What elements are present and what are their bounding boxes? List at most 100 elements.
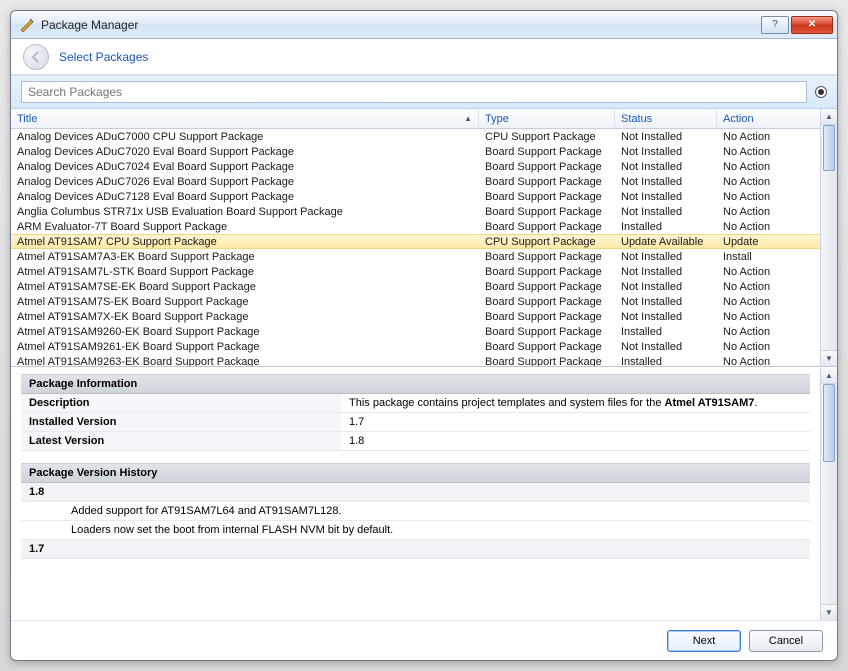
cell-status: Not Installed bbox=[615, 266, 717, 278]
cell-status: Not Installed bbox=[615, 206, 717, 218]
table-row[interactable]: Atmel AT91SAM9261-EK Board Support Packa… bbox=[11, 339, 820, 354]
next-button[interactable]: Next bbox=[667, 630, 741, 652]
cell-type: Board Support Package bbox=[479, 341, 615, 353]
version-history-header: Package Version History bbox=[21, 463, 810, 483]
table-row[interactable]: Atmel AT91SAM7A3-EK Board Support Packag… bbox=[11, 249, 820, 264]
cell-type: Board Support Package bbox=[479, 161, 615, 173]
table-row[interactable]: Atmel AT91SAM7SE-EK Board Support Packag… bbox=[11, 279, 820, 294]
cell-title: ARM Evaluator-7T Board Support Package bbox=[11, 221, 479, 233]
cell-action: Install bbox=[717, 251, 785, 263]
col-status[interactable]: Status bbox=[615, 109, 717, 128]
cell-title: Atmel AT91SAM7 CPU Support Package bbox=[11, 236, 479, 248]
cell-type: Board Support Package bbox=[479, 176, 615, 188]
cell-status: Not Installed bbox=[615, 161, 717, 173]
cell-status: Not Installed bbox=[615, 296, 717, 308]
col-type[interactable]: Type bbox=[479, 109, 615, 128]
history-version: 1.7 bbox=[21, 540, 810, 559]
packages-table: Title▲ Type Status Action Analog Devices… bbox=[11, 109, 837, 367]
history-version: 1.8 bbox=[21, 483, 810, 502]
cell-type: CPU Support Package bbox=[479, 236, 615, 248]
cancel-button[interactable]: Cancel bbox=[749, 630, 823, 652]
close-icon: ✕ bbox=[808, 19, 816, 30]
scroll-thumb[interactable] bbox=[823, 125, 835, 171]
table-row[interactable]: Atmel AT91SAM7L-STK Board Support Packag… bbox=[11, 264, 820, 279]
cell-title: Atmel AT91SAM7S-EK Board Support Package bbox=[11, 296, 479, 308]
cell-status: Installed bbox=[615, 221, 717, 233]
table-row[interactable]: Anglia Columbus STR71x USB Evaluation Bo… bbox=[11, 204, 820, 219]
table-row[interactable]: Atmel AT91SAM7X-EK Board Support Package… bbox=[11, 309, 820, 324]
table-row[interactable]: ARM Evaluator-7T Board Support PackageBo… bbox=[11, 219, 820, 234]
cell-action: No Action bbox=[717, 296, 785, 308]
titlebar: Package Manager ? ✕ bbox=[11, 11, 837, 39]
cell-action: No Action bbox=[717, 326, 785, 338]
cell-action: No Action bbox=[717, 221, 785, 233]
table-header: Title▲ Type Status Action bbox=[11, 109, 820, 129]
cell-type: Board Support Package bbox=[479, 221, 615, 233]
cell-title: Atmel AT91SAM9263-EK Board Support Packa… bbox=[11, 356, 479, 367]
col-title[interactable]: Title▲ bbox=[11, 109, 479, 128]
cell-action: No Action bbox=[717, 191, 785, 203]
cell-type: Board Support Package bbox=[479, 326, 615, 338]
dialog-footer: Next Cancel bbox=[11, 620, 837, 660]
cell-action: No Action bbox=[717, 146, 785, 158]
close-button[interactable]: ✕ bbox=[791, 16, 833, 34]
details-scrollbar[interactable]: ▲ ▼ bbox=[820, 368, 837, 620]
cell-status: Not Installed bbox=[615, 311, 717, 323]
wizard-step-label: Select Packages bbox=[59, 50, 148, 64]
scroll-up-icon[interactable]: ▲ bbox=[821, 109, 837, 125]
cell-action: No Action bbox=[717, 266, 785, 278]
cell-type: Board Support Package bbox=[479, 266, 615, 278]
cell-status: Installed bbox=[615, 326, 717, 338]
table-row[interactable]: Analog Devices ADuC7020 Eval Board Suppo… bbox=[11, 144, 820, 159]
cell-status: Not Installed bbox=[615, 146, 717, 158]
cell-title: Atmel AT91SAM7L-STK Board Support Packag… bbox=[11, 266, 479, 278]
cell-status: Not Installed bbox=[615, 176, 717, 188]
description-label: Description bbox=[21, 394, 341, 413]
cell-type: Board Support Package bbox=[479, 281, 615, 293]
cell-status: Not Installed bbox=[615, 341, 717, 353]
installed-version-label: Installed Version bbox=[21, 413, 341, 432]
cell-title: Atmel AT91SAM7SE-EK Board Support Packag… bbox=[11, 281, 479, 293]
back-button[interactable] bbox=[23, 44, 49, 70]
arrow-left-icon bbox=[30, 51, 42, 63]
description-value: This package contains project templates … bbox=[341, 394, 810, 413]
cell-type: Board Support Package bbox=[479, 191, 615, 203]
table-row[interactable]: Analog Devices ADuC7024 Eval Board Suppo… bbox=[11, 159, 820, 174]
cell-action: No Action bbox=[717, 281, 785, 293]
cell-action: No Action bbox=[717, 161, 785, 173]
cell-type: Board Support Package bbox=[479, 146, 615, 158]
scroll-thumb[interactable] bbox=[823, 384, 835, 462]
table-row[interactable]: Analog Devices ADuC7026 Eval Board Suppo… bbox=[11, 174, 820, 189]
cell-action: No Action bbox=[717, 341, 785, 353]
scroll-down-icon[interactable]: ▼ bbox=[821, 350, 837, 366]
filter-radio[interactable] bbox=[815, 86, 827, 98]
cell-status: Update Available bbox=[615, 236, 717, 248]
latest-version-value: 1.8 bbox=[341, 432, 810, 451]
table-scrollbar[interactable]: ▲ ▼ bbox=[820, 109, 837, 366]
table-row[interactable]: Atmel AT91SAM9260-EK Board Support Packa… bbox=[11, 324, 820, 339]
col-action[interactable]: Action bbox=[717, 109, 785, 128]
cell-type: Board Support Package bbox=[479, 311, 615, 323]
cell-title: Analog Devices ADuC7024 Eval Board Suppo… bbox=[11, 161, 479, 173]
scroll-up-icon[interactable]: ▲ bbox=[821, 368, 837, 384]
history-note: Loaders now set the boot from internal F… bbox=[21, 521, 810, 540]
cell-action: Update bbox=[717, 236, 785, 248]
table-row[interactable]: Atmel AT91SAM7 CPU Support PackageCPU Su… bbox=[11, 234, 820, 249]
cell-title: Atmel AT91SAM7X-EK Board Support Package bbox=[11, 311, 479, 323]
cell-title: Atmel AT91SAM7A3-EK Board Support Packag… bbox=[11, 251, 479, 263]
table-row[interactable]: Atmel AT91SAM9263-EK Board Support Packa… bbox=[11, 354, 820, 366]
help-button[interactable]: ? bbox=[761, 16, 789, 34]
cell-type: CPU Support Package bbox=[479, 131, 615, 143]
search-input[interactable] bbox=[21, 81, 807, 103]
app-icon bbox=[19, 17, 35, 33]
window-title: Package Manager bbox=[41, 18, 761, 32]
cell-title: Analog Devices ADuC7026 Eval Board Suppo… bbox=[11, 176, 479, 188]
table-row[interactable]: Analog Devices ADuC7128 Eval Board Suppo… bbox=[11, 189, 820, 204]
cell-action: No Action bbox=[717, 311, 785, 323]
table-row[interactable]: Analog Devices ADuC7000 CPU Support Pack… bbox=[11, 129, 820, 144]
cell-title: Atmel AT91SAM9261-EK Board Support Packa… bbox=[11, 341, 479, 353]
table-row[interactable]: Atmel AT91SAM7S-EK Board Support Package… bbox=[11, 294, 820, 309]
scroll-down-icon[interactable]: ▼ bbox=[821, 604, 837, 620]
cell-type: Board Support Package bbox=[479, 296, 615, 308]
cell-status: Not Installed bbox=[615, 191, 717, 203]
